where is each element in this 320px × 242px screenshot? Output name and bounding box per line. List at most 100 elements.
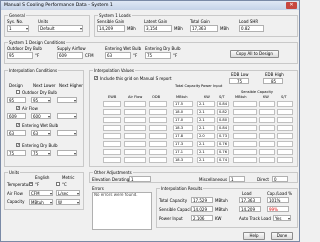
grid-cell-kw[interactable]: 2.1 (197, 125, 215, 131)
grid-cell-st[interactable]: 0.74 (217, 157, 229, 163)
grid-cell-ewb[interactable] (103, 101, 121, 107)
col-kw-header: KW (204, 95, 210, 99)
grid-cell-odb[interactable] (149, 125, 167, 131)
odb-next-higher-select[interactable] (57, 97, 77, 103)
grid-cell-af[interactable] (124, 157, 146, 163)
grid-cell-st2 (277, 149, 293, 155)
grid-cell-total[interactable]: 17.8 (173, 133, 193, 139)
grid-cell-af[interactable] (124, 109, 146, 115)
elevation-derating-label: Elevation Derating (92, 177, 130, 182)
power-input-field: 2.106 (191, 215, 213, 221)
grid-cell-kw[interactable]: 2.1 (197, 109, 215, 115)
airflow-metric-select[interactable]: L/sec (56, 190, 80, 196)
total-cap-load-field: 101% (267, 197, 289, 203)
grid-cell-ewb[interactable] (103, 117, 121, 123)
grid-cell-st[interactable]: 0.84 (217, 101, 229, 107)
capacity-metric-select[interactable]: W (56, 199, 80, 205)
edb-field[interactable]: 75 (145, 52, 171, 59)
grid-cell-af[interactable] (124, 117, 146, 123)
sensible-cap-load-field: 99% (267, 206, 289, 212)
odb-field[interactable]: 95 (7, 52, 33, 59)
temp-english-radio[interactable]: • (29, 182, 33, 186)
ewb-next-higher-select[interactable] (57, 130, 77, 136)
grid-cell-kw[interactable]: 2.1 (197, 141, 215, 147)
grid-cell-af[interactable] (124, 149, 146, 155)
grid-cell-st[interactable]: 0.82 (217, 109, 229, 115)
grid-cell-ewb[interactable] (103, 125, 121, 131)
grid-cell-kw[interactable]: 2.1 (197, 157, 215, 163)
col-odb-header: ODB (152, 95, 161, 99)
include-grid-checkbox[interactable]: ✓ (94, 76, 98, 80)
grid-cell-af[interactable] (124, 141, 146, 147)
grid-cell-odb[interactable] (149, 141, 167, 147)
col-english-label: English (35, 175, 50, 180)
grid-cell-odb[interactable] (149, 101, 167, 107)
grid-cell-total[interactable]: 17.3 (173, 141, 193, 147)
sys-no-label: Sys. No. (7, 19, 24, 24)
grid-cell-kw2 (259, 101, 275, 107)
edb-next-lower-select[interactable]: 75 (31, 150, 51, 156)
ewb-checkbox[interactable]: ✓ (16, 123, 20, 127)
grid-cell-st[interactable]: 0.73 (217, 133, 229, 139)
grid-cell-ewb[interactable] (103, 149, 121, 155)
sys-no-select[interactable]: 1 (7, 25, 29, 32)
airflow-design-field: 609 (7, 113, 26, 119)
grid-cell-af[interactable] (124, 125, 146, 131)
copy-all-to-design-button[interactable]: Copy All to Design (230, 50, 279, 58)
grid-cell-st[interactable]: 0.76 (217, 141, 229, 147)
airflow-checkbox[interactable]: ✓ (16, 106, 20, 110)
airflow-field[interactable]: 609 (57, 52, 83, 59)
grid-cell-kw[interactable]: 2.0 (197, 133, 215, 139)
edb-next-higher-select[interactable] (57, 150, 77, 156)
grid-cell-odb[interactable] (149, 157, 167, 163)
airflow-english-select[interactable]: CFM (29, 190, 53, 196)
grid-cell-odb[interactable] (149, 109, 167, 115)
grid-cell-total[interactable]: 18.3 (173, 125, 193, 131)
grid-cell-st[interactable]: 0.84 (217, 125, 229, 131)
done-button[interactable]: Done (271, 232, 293, 240)
grid-cell-ewb[interactable] (103, 141, 121, 147)
grid-cell-kw[interactable]: 2.1 (197, 149, 215, 155)
grid-cell-st2 (277, 141, 293, 147)
direct-field[interactable]: 0 (272, 176, 288, 182)
close-icon[interactable]: ✕ (286, 2, 297, 9)
ewb-field[interactable]: 63 (105, 52, 131, 59)
grid-cell-af[interactable] (124, 133, 146, 139)
airflow-next-lower-select[interactable]: 600 (31, 113, 51, 119)
misc-field[interactable]: 1 (229, 176, 245, 182)
units-select[interactable]: Default (38, 25, 83, 32)
grid-cell-kw[interactable]: 2.1 (197, 101, 215, 107)
grid-cell-total[interactable]: 18.0 (173, 109, 193, 115)
edb-high-field: 85 (263, 78, 283, 84)
grid-cell-ewb[interactable] (103, 133, 121, 139)
elevation-derating-field[interactable]: 1 (129, 176, 151, 182)
col-kw2-header: KW (263, 95, 269, 99)
latent-gain-unit: MBh (174, 26, 183, 31)
ewb-next-lower-select[interactable]: 63 (31, 130, 51, 136)
grid-cell-total[interactable]: 17.5 (173, 101, 193, 107)
grid-cell-odb[interactable] (149, 117, 167, 123)
grid-cell-odb[interactable] (149, 133, 167, 139)
capacity-units-label: Capacity (7, 199, 25, 204)
capacity-english-select[interactable]: MBtuh (29, 199, 53, 205)
col-airflow-header: Air Flow (128, 95, 143, 99)
grid-cell-ewb[interactable] (103, 109, 121, 115)
airflow-next-higher-select[interactable] (57, 113, 77, 119)
auto-track-load-select[interactable]: Yes (273, 215, 291, 221)
grid-cell-total[interactable]: 17.0 (173, 117, 193, 123)
grid-cell-total[interactable]: 17.1 (173, 149, 193, 155)
temp-metric-radio[interactable] (56, 182, 60, 186)
load-col-label: Load (242, 191, 252, 196)
grid-cell-odb[interactable] (149, 149, 167, 155)
grid-cell-kw[interactable]: 2.1 (197, 117, 215, 123)
odb-next-lower-select[interactable]: 95 (31, 97, 51, 103)
grid-cell-ewb[interactable] (103, 157, 121, 163)
odb-checkbox[interactable] (16, 90, 20, 94)
grid-cell-st[interactable]: 0.76 (217, 149, 229, 155)
edb-checkbox[interactable]: ✓ (16, 143, 20, 147)
cap-load-col-label: Cap./Load % (267, 191, 293, 196)
help-button[interactable]: Help (243, 232, 265, 240)
grid-cell-total[interactable]: 18.3 (173, 157, 193, 163)
grid-cell-st[interactable]: 0.80 (217, 117, 229, 123)
grid-cell-af[interactable] (124, 101, 146, 107)
